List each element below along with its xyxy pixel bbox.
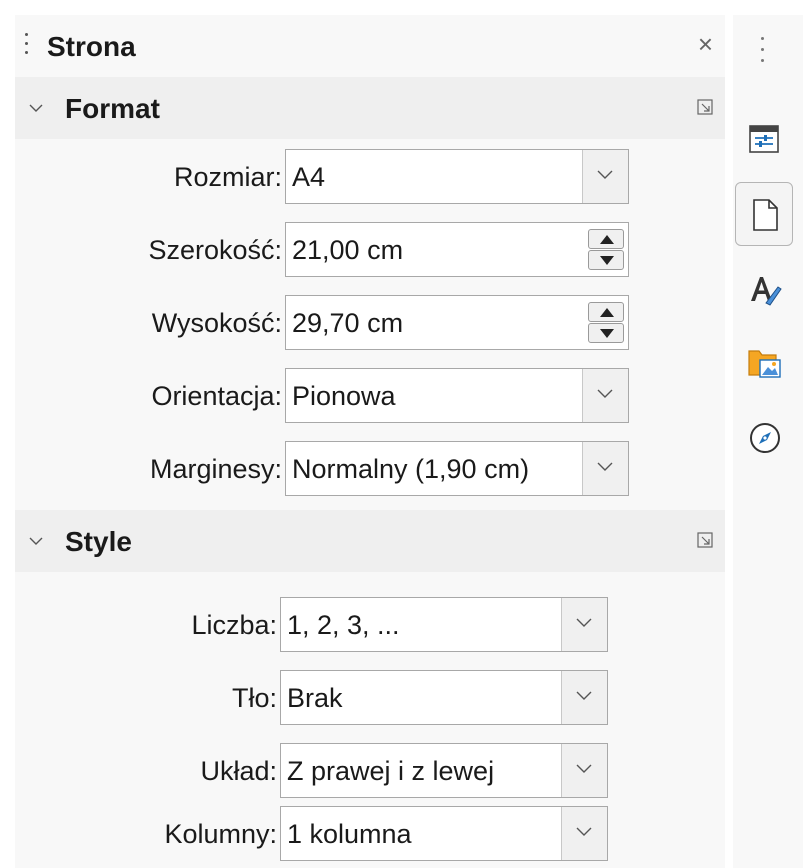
orientation-value: Pionowa <box>292 381 396 411</box>
columns-dropdown[interactable]: 1 kolumna <box>280 806 608 861</box>
chevron-down-icon[interactable] <box>29 101 43 115</box>
background-label: Tło: <box>231 683 277 713</box>
gallery-icon <box>748 350 781 378</box>
numbering-value: 1, 2, 3, ... <box>287 610 400 640</box>
tab-styles[interactable] <box>735 258 793 322</box>
numbering-label: Liczba: <box>191 610 277 640</box>
page-icon <box>753 199 778 231</box>
columns-label: Kolumny: <box>164 819 277 849</box>
height-stepper[interactable] <box>588 302 624 343</box>
triangle-up-icon <box>600 235 614 244</box>
grip-icon[interactable] <box>25 33 29 61</box>
sidebar-menu-icon[interactable] <box>761 37 765 70</box>
background-dropdown[interactable]: Brak <box>280 670 608 725</box>
height-spinbox[interactable]: 29,70 cm <box>285 295 629 350</box>
dropdown-button[interactable] <box>561 671 607 724</box>
margins-value: Normalny (1,90 cm) <box>292 454 530 484</box>
close-icon[interactable]: × <box>698 31 713 57</box>
section-header-style[interactable]: Style <box>15 510 725 572</box>
section-title-format: Format <box>65 93 160 124</box>
spin-down-button[interactable] <box>588 323 624 343</box>
triangle-up-icon <box>600 308 614 317</box>
chevron-down-icon[interactable] <box>29 534 43 548</box>
more-options-icon[interactable] <box>697 532 713 548</box>
spin-up-button[interactable] <box>588 229 624 249</box>
layout-value: Z prawej i z lewej <box>287 756 495 786</box>
chevron-down-icon <box>576 827 592 836</box>
background-value: Brak <box>287 683 343 713</box>
width-stepper[interactable] <box>588 229 624 270</box>
chevron-down-icon <box>576 691 592 700</box>
columns-value: 1 kolumna <box>287 819 412 849</box>
dropdown-button[interactable] <box>582 369 628 422</box>
height-value: 29,70 cm <box>292 308 404 338</box>
chevron-down-icon <box>597 389 613 398</box>
layout-dropdown[interactable]: Z prawej i z lewej <box>280 743 608 798</box>
size-value: A4 <box>292 162 326 192</box>
sidebar-tab-bar <box>733 15 803 868</box>
tab-properties[interactable] <box>735 108 793 172</box>
styles-icon <box>751 277 782 306</box>
triangle-down-icon <box>600 256 614 265</box>
spin-up-button[interactable] <box>588 302 624 322</box>
dropdown-button[interactable] <box>561 598 607 651</box>
width-spinbox[interactable]: 21,00 cm <box>285 222 629 277</box>
chevron-down-icon <box>597 170 613 179</box>
navigator-icon <box>750 423 780 453</box>
properties-icon <box>749 125 779 153</box>
dropdown-button[interactable] <box>561 744 607 797</box>
spin-down-button[interactable] <box>588 250 624 270</box>
dropdown-button[interactable] <box>582 442 628 495</box>
orientation-label: Orientacja: <box>151 381 282 411</box>
dropdown-button[interactable] <box>561 807 607 860</box>
tab-gallery[interactable] <box>735 332 793 396</box>
more-options-icon[interactable] <box>697 99 713 115</box>
margins-dropdown[interactable]: Normalny (1,90 cm) <box>285 441 629 496</box>
section-header-format[interactable]: Format <box>15 77 725 139</box>
chevron-down-icon <box>576 764 592 773</box>
width-value: 21,00 cm <box>292 235 404 265</box>
sidebar-deck-page: Strona × Format Rozmiar: A4 Szerokość: 2… <box>15 15 725 868</box>
width-label: Szerokość: <box>148 235 282 265</box>
triangle-down-icon <box>600 329 614 338</box>
tab-page[interactable] <box>735 182 793 246</box>
size-dropdown[interactable]: A4 <box>285 149 629 204</box>
layout-label: Układ: <box>200 756 277 786</box>
height-label: Wysokość: <box>151 308 282 338</box>
size-label: Rozmiar: <box>173 162 282 192</box>
chevron-down-icon <box>597 462 613 471</box>
numbering-dropdown[interactable]: 1, 2, 3, ... <box>280 597 608 652</box>
deck-title: Strona <box>47 31 136 62</box>
margins-label: Marginesy: <box>149 454 282 484</box>
section-title-style: Style <box>65 526 132 557</box>
dropdown-button[interactable] <box>582 150 628 203</box>
chevron-down-icon <box>576 618 592 627</box>
orientation-dropdown[interactable]: Pionowa <box>285 368 629 423</box>
deck-title-bar: Strona × <box>15 15 725 77</box>
tab-navigator[interactable] <box>735 406 793 470</box>
